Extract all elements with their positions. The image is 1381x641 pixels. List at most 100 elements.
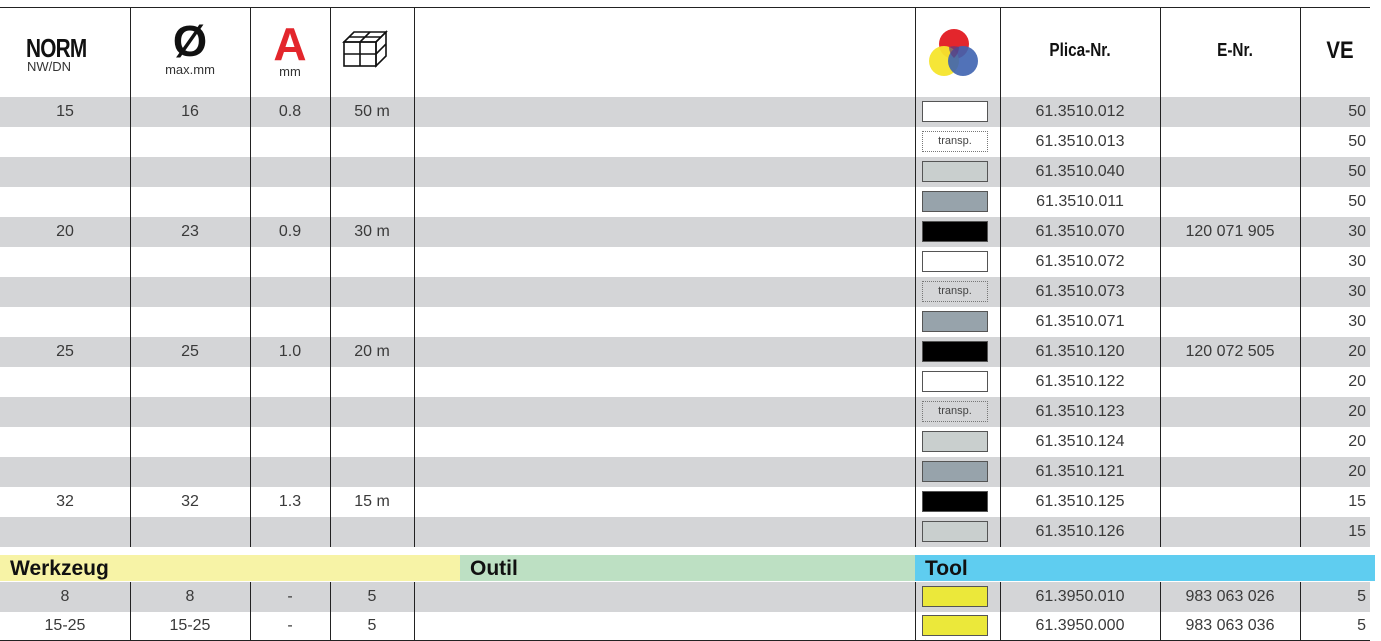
table-row: 61.3510.121 20 (0, 457, 1370, 487)
swatch-yellow (922, 586, 988, 607)
cell-a: 1.3 (278, 493, 302, 510)
cell-max (130, 367, 250, 397)
cell-len (330, 457, 414, 487)
cell-nw (0, 247, 130, 277)
cell-plica: 61.3510.070 (1035, 223, 1125, 240)
plica-header: Plica-Nr. (1049, 40, 1111, 60)
swatch-light-grey (922, 161, 988, 182)
cell-len: 50 m (354, 103, 390, 120)
column-divider (1000, 97, 1001, 547)
cell-a (250, 517, 330, 547)
table-row: 61.3510.011 50 (0, 187, 1370, 217)
column-divider (1000, 582, 1001, 640)
table-row: 61.3510.040 50 (0, 157, 1370, 187)
cell-nw: 25 (56, 343, 74, 360)
cell-enr (1160, 487, 1300, 517)
cell-plica: 61.3510.040 (1035, 163, 1125, 180)
cell-ve: 30 (1348, 253, 1366, 270)
cell-ve: 50 (1348, 133, 1366, 150)
swatch-black (922, 221, 988, 242)
cell-enr (1160, 367, 1300, 397)
cell-nw: 15-25 (44, 617, 86, 634)
table-row: 20 23 0.9 30 m 61.3510.070 120 071 905 30 (0, 217, 1370, 247)
cell-ve: 15 (1348, 493, 1366, 510)
cell-len (330, 517, 414, 547)
cell-enr (1160, 187, 1300, 217)
cell-max (130, 187, 250, 217)
cell-max (130, 277, 250, 307)
table-row: 8 8 - 5 61.3950.010 983 063 026 5 (0, 582, 1370, 612)
column-divider (915, 97, 916, 547)
cell-plica: 61.3510.072 (1035, 253, 1125, 270)
cell-enr (1160, 517, 1300, 547)
product-table: NORM NW/DN Ø max.mm A mm Plica-Nr. E-Nr.… (0, 0, 1381, 641)
table-row: 61.3510.126 15 (0, 517, 1370, 547)
cell-nw (0, 457, 130, 487)
cell-len (330, 157, 414, 187)
column-divider (1160, 97, 1161, 547)
cell-ve: 20 (1348, 403, 1366, 420)
table-row: 15-25 15-25 - 5 61.3950.000 983 063 036 5 (0, 611, 1370, 641)
cell-max: 23 (181, 223, 199, 240)
column-divider (250, 582, 251, 640)
column-divider (130, 97, 131, 547)
cell-plica: 61.3950.000 (1035, 617, 1125, 634)
cell-nw: 32 (56, 493, 74, 510)
cell-max (130, 427, 250, 457)
cell-a: 1.0 (278, 343, 302, 360)
cell-len (330, 397, 414, 427)
cell-max (130, 457, 250, 487)
swatch-white (922, 371, 988, 392)
cell-nw: 20 (56, 223, 74, 240)
cell-enr (1160, 397, 1300, 427)
cell-a (250, 277, 330, 307)
cell-enr: 983 063 036 (1185, 617, 1275, 634)
cell-nw (0, 517, 130, 547)
cell-a (250, 427, 330, 457)
cell-ve: 20 (1348, 463, 1366, 480)
box-icon (340, 28, 390, 73)
cell-ve: 30 (1348, 313, 1366, 330)
table-row: 32 32 1.3 15 m 61.3510.125 15 (0, 487, 1370, 517)
cell-plica: 61.3510.126 (1035, 523, 1125, 540)
table-row: 61.3510.072 30 (0, 247, 1370, 277)
column-divider (1160, 582, 1161, 640)
table-row: 61.3510.013 50 transp. (0, 127, 1370, 157)
table-row: 61.3510.124 20 (0, 427, 1370, 457)
cell-ve: 5 (1357, 617, 1366, 634)
cell-nw (0, 157, 130, 187)
cell-ve: 50 (1348, 193, 1366, 210)
column-divider (414, 582, 415, 640)
cell-a (250, 187, 330, 217)
section-werkzeug: Werkzeug (0, 555, 460, 581)
cell-len (330, 427, 414, 457)
swatch-grey (922, 461, 988, 482)
table-row: 61.3510.123 20 transp. (0, 397, 1370, 427)
swatch-black (922, 491, 988, 512)
cell-plica: 61.3510.125 (1035, 493, 1125, 510)
wall-sub-label: mm (279, 64, 301, 79)
cell-a (250, 367, 330, 397)
column-divider (330, 97, 331, 547)
ve-header: VE (1326, 37, 1354, 64)
cell-a (250, 247, 330, 277)
cell-plica: 61.3510.120 (1035, 343, 1125, 360)
table-row: 61.3510.073 30 transp. (0, 277, 1370, 307)
cell-a (250, 397, 330, 427)
cell-enr (1160, 157, 1300, 187)
cell-ve: 20 (1348, 433, 1366, 450)
cell-ve: 50 (1348, 163, 1366, 180)
cell-enr (1160, 307, 1300, 337)
diameter-symbol: Ø (172, 17, 208, 66)
cell-nw (0, 367, 130, 397)
table-row: 15 16 0.8 50 m 61.3510.012 50 (0, 97, 1370, 127)
cell-a (250, 457, 330, 487)
cell-ve: 30 (1348, 223, 1366, 240)
column-divider (250, 97, 251, 547)
header-divider (330, 8, 331, 97)
cell-len (330, 277, 414, 307)
cell-ve: 30 (1348, 283, 1366, 300)
enr-header: E-Nr. (1217, 40, 1253, 60)
cell-nw (0, 187, 130, 217)
column-divider (915, 582, 916, 640)
